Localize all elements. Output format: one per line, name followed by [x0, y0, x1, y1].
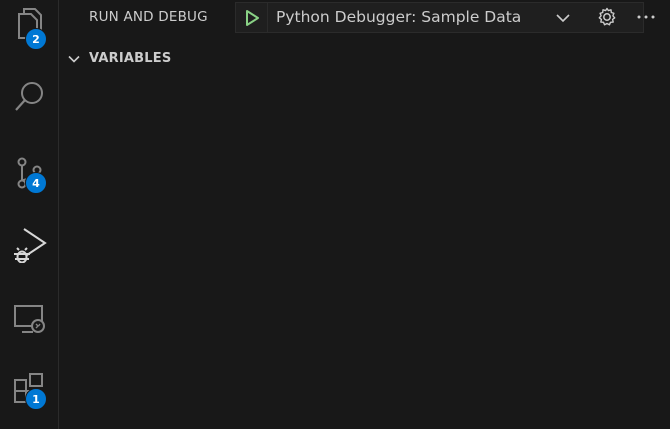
variables-section-header[interactable]: VARIABLES	[59, 46, 670, 72]
chevron-down-icon[interactable]	[555, 10, 571, 26]
launch-config-name[interactable]: Python Debugger: Sample Data	[276, 3, 521, 32]
activity-explorer[interactable]: 2	[0, 0, 58, 56]
remote-explorer-icon	[14, 305, 45, 333]
run-debug-icon	[14, 228, 47, 263]
extensions-badge: 1	[25, 388, 47, 410]
activity-search[interactable]	[0, 69, 58, 125]
explorer-badge: 2	[25, 28, 47, 50]
gear-icon[interactable]	[596, 6, 618, 28]
activity-bar: 2 4 1	[0, 0, 59, 429]
activity-run-debug[interactable]	[0, 213, 58, 269]
start-debugging-button[interactable]	[236, 3, 268, 32]
sidebar-header: RUN AND DEBUG Python Debugger: Sample Da…	[59, 0, 670, 35]
play-icon	[245, 9, 259, 26]
activity-remote-explorer[interactable]	[0, 288, 58, 344]
search-icon	[15, 82, 43, 111]
activity-source-control[interactable]: 4	[0, 144, 58, 200]
activity-extensions[interactable]: 1	[0, 358, 58, 414]
variables-section-label: VARIABLES	[89, 51, 172, 66]
run-debug-sidebar: RUN AND DEBUG Python Debugger: Sample Da…	[59, 0, 670, 429]
chevron-down-icon	[68, 55, 80, 63]
launch-config-selector[interactable]: Python Debugger: Sample Data	[235, 2, 644, 33]
sidebar-title: RUN AND DEBUG	[89, 9, 208, 25]
more-icon[interactable]	[635, 6, 657, 28]
source-control-badge: 4	[25, 172, 47, 194]
